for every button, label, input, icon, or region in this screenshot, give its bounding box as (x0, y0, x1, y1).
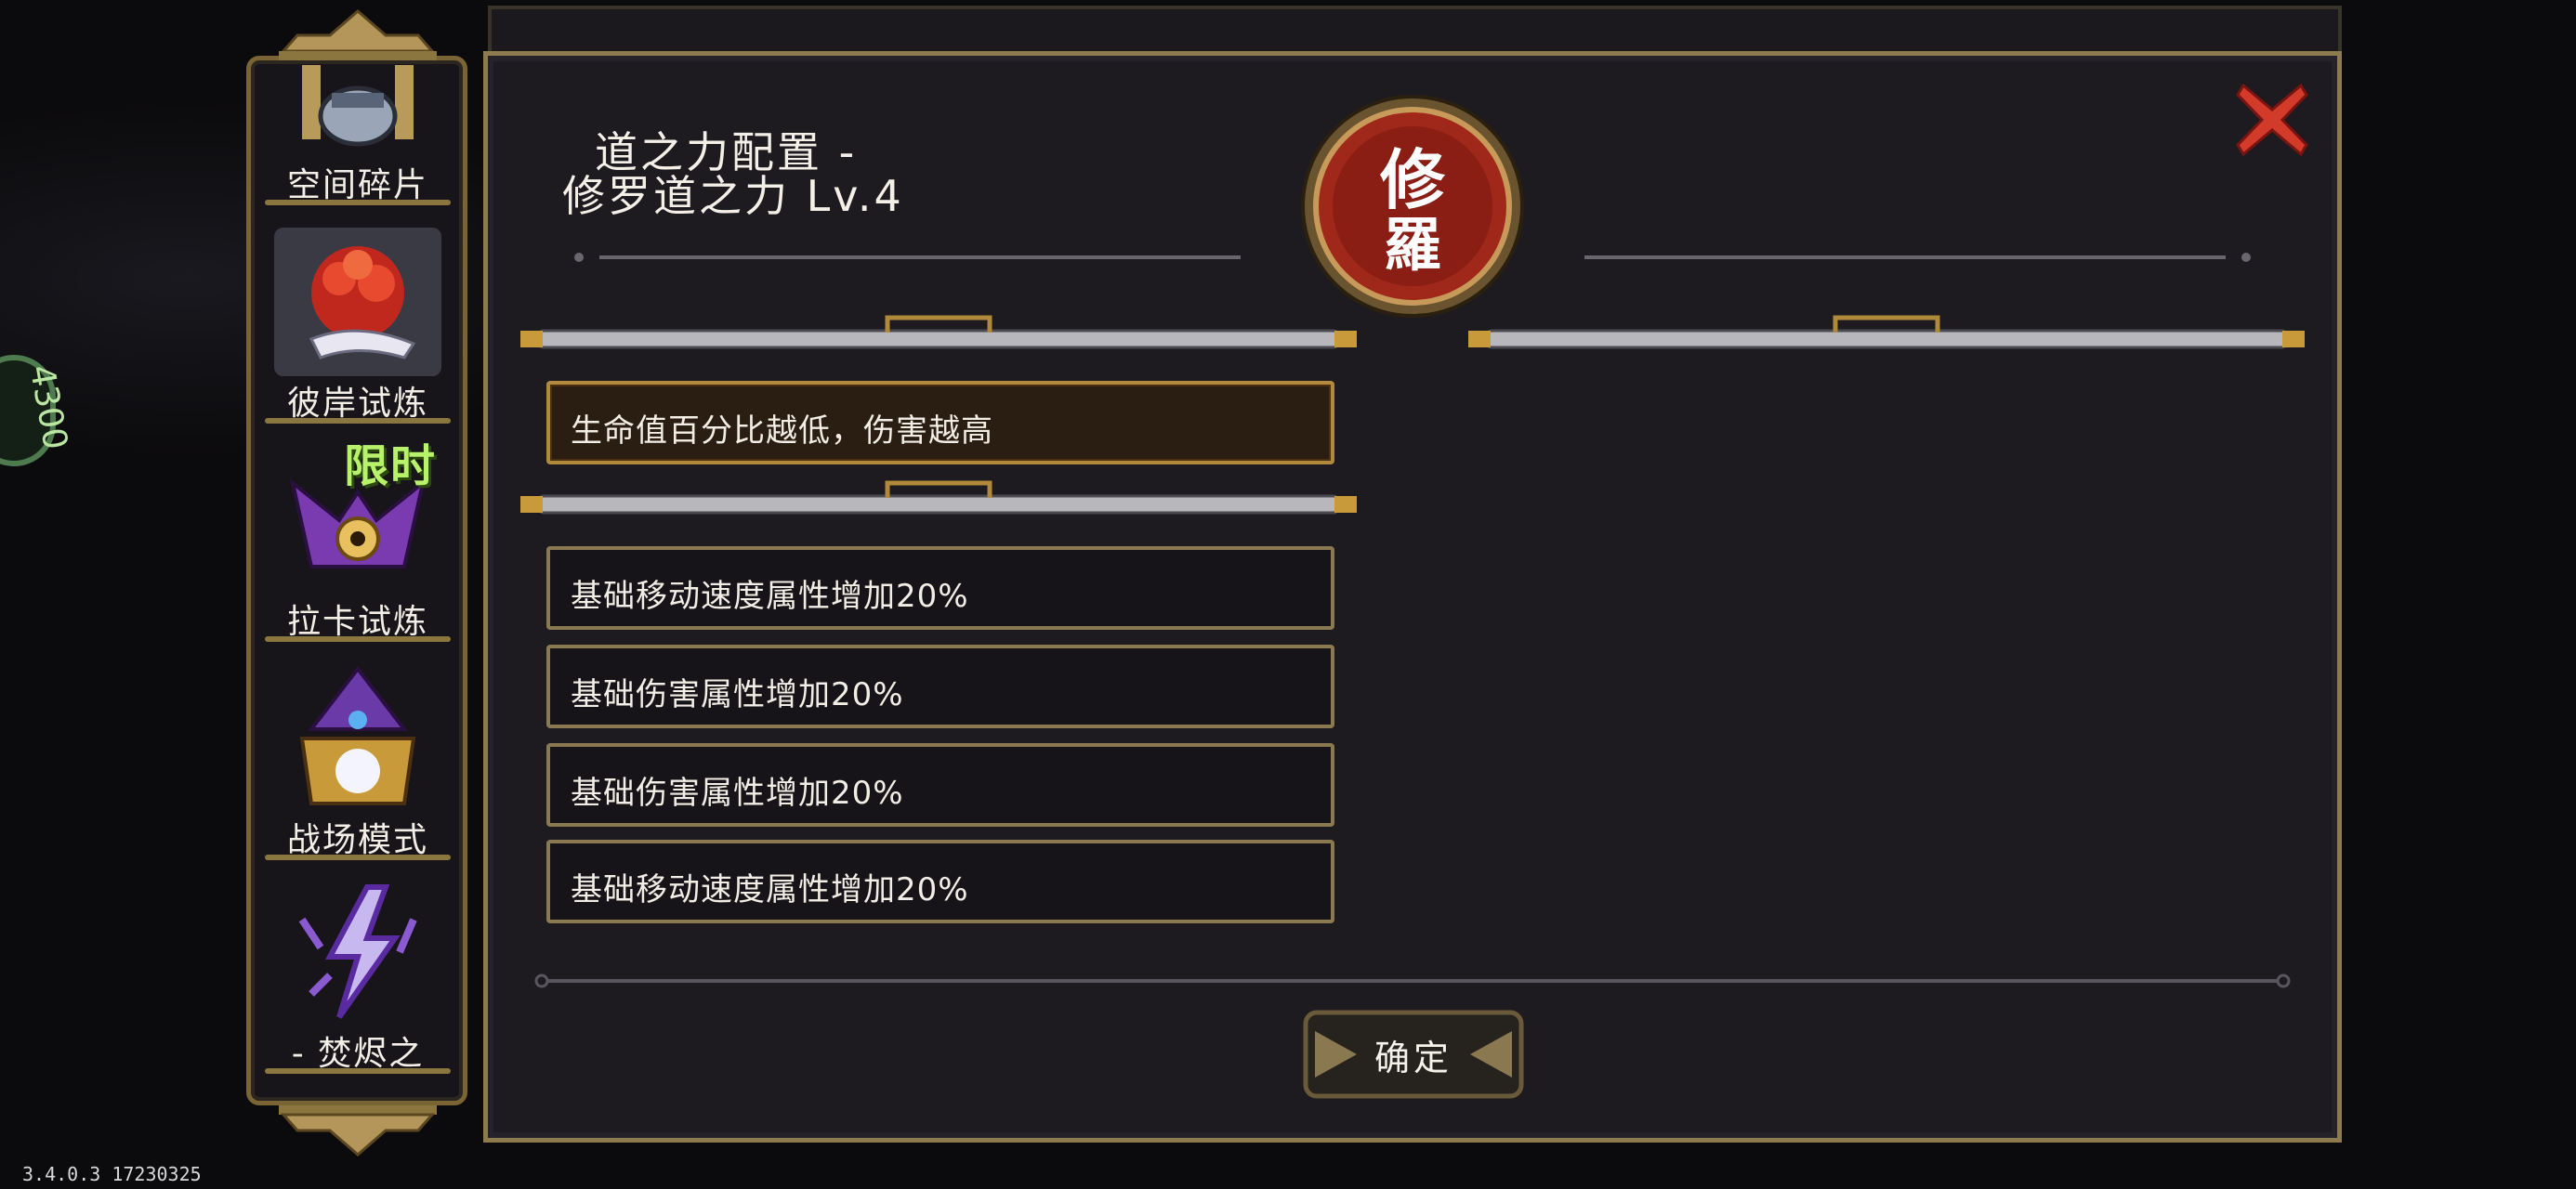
main-effect-text: 生命值百分比越低，伤害越高 (571, 412, 993, 450)
space-fragment-icon (302, 65, 414, 147)
purple-mage-icon (299, 665, 416, 805)
sidebar-bottom-ornament-icon (279, 1105, 437, 1156)
currency-badge[interactable]: 4300 (0, 355, 74, 466)
red-spider-lily-icon (274, 228, 441, 376)
footer-divider (534, 973, 2291, 988)
sub-effect-box: 基础伤害属性增加20% (546, 743, 1334, 827)
sidebar-item-bian-trial[interactable]: 彼岸试炼 (265, 228, 451, 424)
purple-lightning-icon (298, 884, 417, 1019)
scroll-rod-right (1468, 315, 2305, 349)
shura-emblem: 修 羅 (1301, 95, 1524, 318)
sub-effect-text: 基础伤害属性增加20% (571, 775, 904, 812)
sub-effect-box: 基础伤害属性增加20% (546, 645, 1334, 728)
sidebar-item-underline (265, 1068, 451, 1074)
confirm-label: 确定 (1373, 1038, 1452, 1078)
sidebar-item-underline (265, 200, 451, 205)
sidebar-item-battlefield-mode[interactable]: 战场模式 (265, 664, 451, 860)
sidebar-item-space-fragment[interactable]: 空间碎片 (265, 65, 451, 205)
sidebar-item-underline (265, 855, 451, 860)
sidebar-item-underline (265, 418, 451, 424)
scroll-rod-sub (520, 480, 1357, 515)
sidebar-top-ornament-icon (279, 9, 437, 60)
sub-effect-box: 基础移动速度属性增加20% (546, 840, 1334, 923)
sub-effect-text: 基础伤害属性增加20% (571, 676, 904, 713)
scroll-rod-left (520, 315, 1357, 349)
close-icon[interactable] (2234, 82, 2310, 158)
emblem-text-bottom: 羅 (1384, 211, 1441, 279)
confirm-button[interactable]: 确定 (1287, 1003, 1540, 1105)
panel-subtitle: 修罗道之力 Lv.4 (562, 171, 904, 221)
main-effect-box: 生命值百分比越低，伤害越高 (546, 381, 1334, 464)
limited-time-badge: 限时 (344, 440, 438, 492)
sub-effect-box: 基础移动速度属性增加20% (546, 546, 1334, 630)
sub-effect-text: 基础移动速度属性增加20% (571, 578, 969, 615)
emblem-text-top: 修 (1380, 141, 1446, 218)
sidebar-item-underline (265, 636, 451, 642)
sidebar-item-burning-ash[interactable]: - 焚烬之 (265, 882, 451, 1078)
sub-effect-text: 基础移动速度属性增加20% (571, 871, 969, 908)
version-label: 3.4.0.3 17230325 (22, 1163, 202, 1185)
